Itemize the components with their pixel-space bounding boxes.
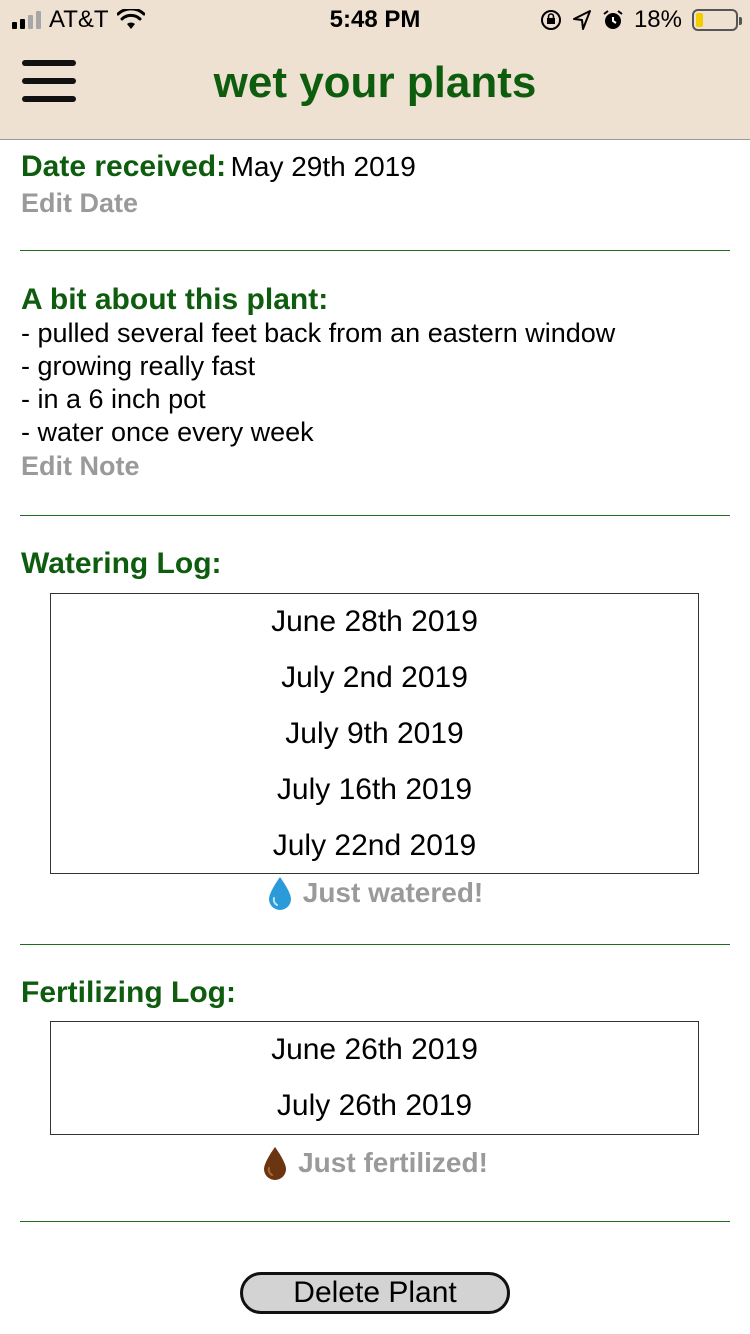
divider bbox=[20, 250, 730, 251]
delete-plant-button[interactable]: Delete Plant bbox=[240, 1272, 510, 1314]
watering-log-entry: June 28th 2019 bbox=[271, 605, 478, 638]
notes-label: A bit about this plant: bbox=[21, 283, 329, 316]
fertilizer-drop-icon bbox=[264, 1147, 287, 1180]
notes-section: A bit about this plant: - pulled several… bbox=[21, 283, 730, 482]
battery-fill bbox=[696, 13, 703, 27]
watering-log-entry: July 16th 2019 bbox=[276, 773, 473, 806]
battery-percent: 18% bbox=[633, 6, 682, 33]
fertilizing-log-entry: June 26th 2019 bbox=[271, 1033, 478, 1066]
note-line: - growing really fast bbox=[21, 351, 256, 381]
app-title: wet your plants bbox=[213, 58, 537, 107]
just-watered-button[interactable]: Just watered! bbox=[0, 876, 750, 910]
status-bar: AT&T 5:48 PM 18% bbox=[0, 0, 750, 40]
watering-log-label: Watering Log: bbox=[21, 547, 222, 580]
date-received-label: Date received: bbox=[21, 150, 227, 183]
divider bbox=[20, 1221, 730, 1222]
rotation-lock-icon bbox=[540, 10, 561, 30]
watering-log-entry: July 9th 2019 bbox=[285, 717, 464, 750]
battery-icon bbox=[692, 9, 742, 31]
just-fertilized-button[interactable]: Just fertilized! bbox=[0, 1146, 750, 1180]
divider bbox=[20, 515, 730, 516]
header: AT&T 5:48 PM 18% wet your plants bbox=[0, 0, 750, 140]
plant-detail-screen: AT&T 5:48 PM 18% wet your plants Date re… bbox=[0, 0, 750, 1334]
divider bbox=[20, 944, 730, 945]
note-line: - pulled several feet back from an easte… bbox=[21, 318, 616, 348]
fertilizing-log-label: Fertilizing Log: bbox=[21, 976, 236, 1009]
date-received-value: May 29th 2019 bbox=[230, 151, 416, 182]
fertilizing-log-list[interactable]: June 26th 2019 July 26th 2019 bbox=[50, 1021, 699, 1135]
note-line: - water once every week bbox=[21, 417, 314, 447]
fertilizing-log-entry: July 26th 2019 bbox=[276, 1089, 473, 1122]
watering-log-list[interactable]: June 28th 2019 July 2nd 2019 July 9th 20… bbox=[50, 593, 699, 874]
edit-note-link[interactable]: Edit Note bbox=[21, 451, 730, 482]
status-right: 18% bbox=[540, 6, 742, 34]
watering-section: Watering Log: bbox=[21, 547, 730, 581]
watering-log-entry: July 2nd 2019 bbox=[281, 661, 468, 694]
location-arrow-icon bbox=[572, 10, 591, 30]
just-watered-label: Just watered! bbox=[302, 877, 484, 908]
note-line: - in a 6 inch pot bbox=[21, 384, 206, 414]
edit-date-link[interactable]: Edit Date bbox=[21, 188, 730, 219]
fertilizing-section: Fertilizing Log: bbox=[21, 976, 730, 1010]
alarm-icon bbox=[603, 10, 623, 29]
date-received-section: Date received: May 29th 2019 Edit Date bbox=[21, 150, 730, 219]
just-fertilized-label: Just fertilized! bbox=[298, 1147, 488, 1178]
watering-log-entry: July 22nd 2019 bbox=[272, 829, 477, 862]
water-drop-icon bbox=[268, 877, 291, 910]
